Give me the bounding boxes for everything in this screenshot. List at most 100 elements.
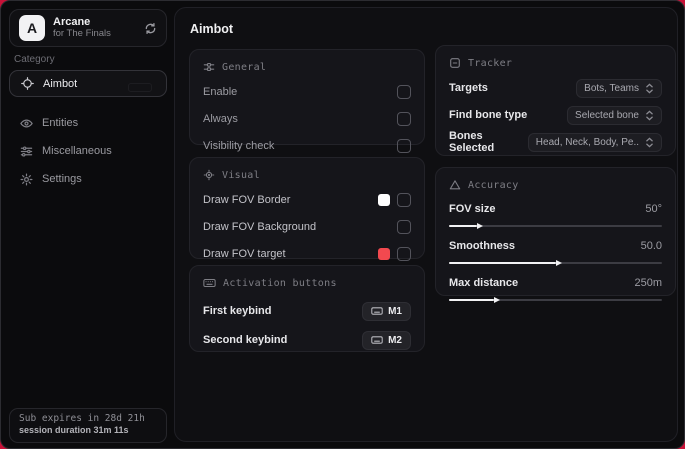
general-card-title: General [222, 61, 267, 73]
setting-row: Draw FOV Background [203, 218, 411, 236]
eye-icon [20, 117, 33, 130]
sidebar-item-aimbot[interactable]: Aimbot [9, 70, 167, 97]
sidebar-item-label: Settings [42, 173, 82, 185]
second-keybind-label: Second keybind [203, 334, 288, 346]
visual-icon [203, 169, 215, 181]
general-card-header: General [203, 60, 411, 74]
setting-row: Enable [203, 83, 411, 101]
accuracy-card-header: Accuracy [449, 178, 662, 192]
accuracy-icon [449, 180, 461, 190]
sidebar-item-label: Aimbot [43, 77, 78, 90]
max-distance-label: Max distance [449, 277, 519, 289]
main-panel: Aimbot General Enable Always Visibility … [174, 7, 678, 442]
setting-row: Find bone type Selected bone [449, 105, 662, 125]
tracker-icon [450, 58, 460, 68]
keyboard-icon [371, 336, 383, 344]
visual-card-title: Visual [222, 169, 260, 181]
setting-row: Always [203, 110, 411, 128]
smoothness-slider[interactable] [449, 258, 662, 268]
gear-icon [20, 173, 33, 186]
visual-card: Visual Draw FOV Border Draw FOV Backgrou… [189, 157, 425, 261]
general-card: General Enable Always Visibility check [189, 49, 425, 153]
find-bone-type-label: Find bone type [449, 109, 528, 121]
setting-row: Draw FOV Border [203, 191, 411, 209]
slider-thumb[interactable] [493, 297, 500, 303]
chevrons-up-down-icon [646, 82, 653, 94]
max-distance-slider[interactable] [449, 295, 662, 305]
second-keybind-value: M2 [388, 334, 402, 346]
setting-row: Visibility check [203, 137, 411, 155]
targets-value: Bots, Teams [584, 82, 639, 94]
find-bone-type-select[interactable]: Selected bone [567, 105, 662, 125]
targets-select[interactable]: Bots, Teams [576, 78, 662, 98]
smoothness-label: Smoothness [449, 240, 516, 252]
tracker-card-header: Tracker [449, 56, 662, 70]
first-keybind-value: M1 [388, 305, 402, 317]
brand-text: Arcane for The Finals [53, 16, 136, 40]
sync-icon[interactable] [144, 22, 157, 35]
setting-row: Targets Bots, Teams [449, 78, 662, 98]
visibility-check-checkbox[interactable] [397, 139, 411, 153]
draw-fov-target-label: Draw FOV target [203, 248, 286, 260]
fov-size-slider[interactable] [449, 221, 662, 231]
page-title: Aimbot [190, 22, 234, 36]
session-duration-text: session duration 31m 11s [19, 425, 129, 435]
activation-card: Activation buttons First keybind M1 Seco… [189, 265, 425, 352]
setting-row: Smoothness 50.0 [449, 237, 662, 255]
bones-selected-select[interactable]: Head, Neck, Body, Pe.. [527, 132, 662, 152]
setting-row: Second keybind M2 [203, 330, 411, 350]
slider-track[interactable] [449, 297, 662, 303]
draw-fov-background-checkbox[interactable] [397, 220, 411, 234]
aimbot-hint-box [128, 83, 152, 92]
slider-fill [449, 297, 500, 303]
activation-card-header: Activation buttons [203, 276, 411, 290]
sidebar-item-miscellaneous[interactable]: Miscellaneous [9, 141, 167, 161]
chevrons-up-down-icon [646, 109, 653, 121]
fov-border-color-swatch[interactable] [378, 194, 390, 206]
setting-row: First keybind M1 [203, 301, 411, 321]
visual-card-header: Visual [203, 168, 411, 182]
slider-thumb[interactable] [476, 223, 483, 229]
draw-fov-background-label: Draw FOV Background [203, 221, 317, 233]
fov-target-color-swatch[interactable] [378, 248, 390, 260]
keyboard-icon [371, 307, 383, 315]
slider-track[interactable] [449, 223, 662, 229]
tracker-card: Tracker Targets Bots, Teams Find bone ty… [435, 45, 676, 156]
activation-card-title: Activation buttons [223, 277, 337, 289]
setting-row: FOV size 50° [449, 200, 662, 218]
second-keybind-button[interactable]: M2 [362, 330, 411, 350]
sidebar: A Arcane for The Finals Category Aimbot … [1, 1, 174, 448]
smoothness-value: 50.0 [640, 240, 662, 252]
sub-expiry-text: Sub expires in 28d 21h [19, 413, 145, 424]
enable-label: Enable [203, 86, 238, 98]
first-keybind-button[interactable]: M1 [362, 301, 411, 321]
sidebar-item-settings[interactable]: Settings [9, 169, 167, 189]
app-subtitle: for The Finals [53, 27, 111, 39]
sidebar-item-label: Miscellaneous [42, 145, 112, 157]
draw-fov-target-checkbox[interactable] [397, 247, 411, 261]
find-bone-type-value: Selected bone [575, 109, 639, 121]
slider-thumb[interactable] [555, 260, 562, 266]
brand-card: A Arcane for The Finals [9, 9, 167, 47]
always-checkbox[interactable] [397, 112, 411, 126]
fov-size-label: FOV size [449, 203, 496, 215]
targets-label: Targets [449, 82, 488, 94]
app-title: Arcane [53, 16, 91, 29]
slider-fill [449, 223, 483, 229]
sliders-icon [20, 145, 33, 158]
enable-checkbox[interactable] [397, 85, 411, 99]
slider-track[interactable] [449, 260, 662, 266]
general-icon [203, 63, 215, 71]
category-label: Category [14, 54, 55, 65]
always-label: Always [203, 113, 238, 125]
first-keybind-label: First keybind [203, 305, 272, 317]
setting-row: Draw FOV target [203, 245, 411, 263]
accuracy-card-title: Accuracy [468, 179, 519, 191]
draw-fov-border-checkbox[interactable] [397, 193, 411, 207]
sidebar-menu: Aimbot Entities Miscellaneous Settings [9, 70, 167, 189]
visibility-check-label: Visibility check [203, 140, 275, 152]
bones-selected-label: Bones Selected [449, 130, 495, 154]
accuracy-card: Accuracy FOV size 50° Smoothness 50.0 Ma… [435, 167, 676, 303]
tracker-card-title: Tracker [468, 57, 513, 69]
sidebar-item-entities[interactable]: Entities [9, 113, 167, 133]
